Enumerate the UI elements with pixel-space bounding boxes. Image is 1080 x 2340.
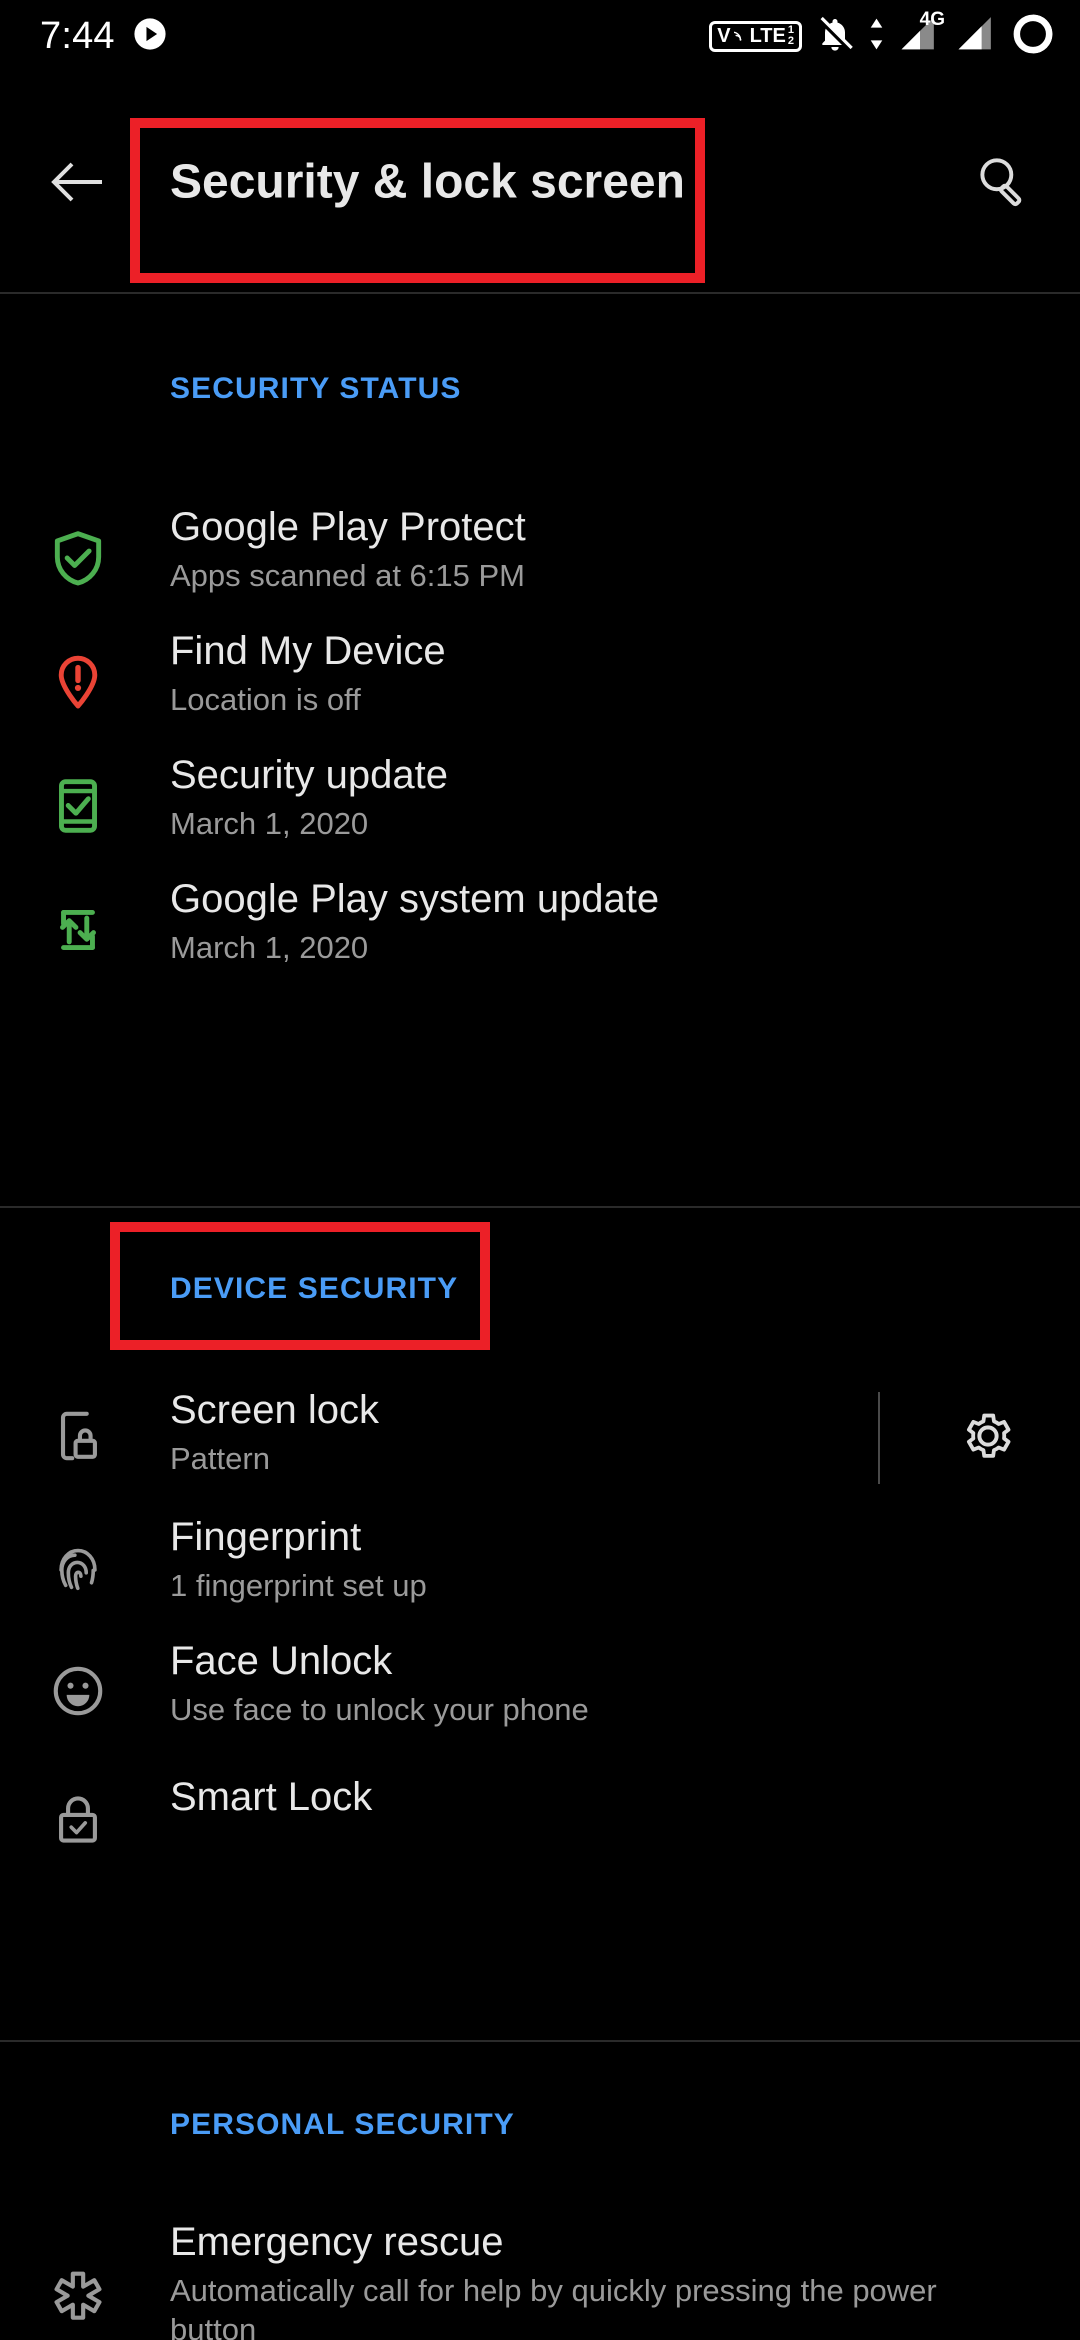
divider-appbar — [0, 292, 1080, 294]
notifications-off-icon — [815, 14, 855, 59]
arrow-back-icon — [51, 162, 102, 202]
list-item-title: Google Play system update — [170, 877, 660, 921]
list-item-subtitle: March 1, 2020 — [170, 929, 369, 965]
volte-sim-indicator: 1 2 — [787, 23, 794, 47]
list-item-text: Google Play system update March 1, 2020 — [170, 877, 990, 968]
list-item-text: Find My Device Location is off — [170, 629, 990, 720]
list-item-subtitle: Location is off — [170, 681, 361, 717]
list-item-title: Fingerprint — [170, 1515, 362, 1559]
list-item-text: Smart Lock — [170, 1775, 990, 1820]
shield-check-icon — [40, 520, 116, 596]
volte-v: V — [717, 24, 731, 47]
back-button[interactable] — [38, 142, 118, 222]
section-header-device-security: DEVICE SECURITY — [170, 1272, 459, 1305]
signal-bars-icon-2 — [955, 14, 999, 59]
volte-lte: LTE — [749, 24, 786, 47]
face-smile-icon — [40, 1653, 116, 1729]
status-bar-right: V LTE 1 2 4G — [709, 9, 1054, 60]
list-item-title: Google Play Protect — [170, 505, 526, 549]
divider-device-security — [0, 1206, 1080, 1208]
list-item-text: Screen lock Pattern — [170, 1388, 990, 1479]
list-item-subtitle: March 1, 2020 — [170, 805, 369, 841]
list-item-subtitle: 1 fingerprint set up — [170, 1567, 427, 1603]
list-item-text: Emergency rescue Automatically call for … — [170, 2220, 1020, 2340]
list-item-title: Emergency rescue — [170, 2220, 504, 2264]
phone-screen: 7:44 V LTE 1 2 4G Security & lock screen… — [0, 0, 1080, 2340]
action-divider — [878, 1392, 880, 1484]
list-item-title: Screen lock — [170, 1388, 379, 1432]
list-item-subtitle: Use face to unlock your phone — [170, 1691, 589, 1727]
gear-icon — [966, 1413, 1011, 1458]
battery-circle-icon — [1012, 13, 1054, 60]
page-title: Security & lock screen — [170, 155, 685, 209]
status-bar: 7:44 V LTE 1 2 4G — [0, 0, 1080, 72]
divider-personal-security — [0, 2040, 1080, 2042]
location-pin-alert-icon — [40, 644, 116, 720]
search-button[interactable] — [962, 142, 1042, 222]
list-item-text: Google Play Protect Apps scanned at 6:15… — [170, 505, 990, 596]
padlock-check-icon — [40, 1781, 116, 1857]
list-item-text: Security update March 1, 2020 — [170, 753, 990, 844]
volte-sim-2: 2 — [787, 34, 794, 47]
list-item-title: Find My Device — [170, 629, 446, 673]
volte-icon: V LTE 1 2 — [709, 20, 802, 52]
star-of-life-icon — [40, 2260, 116, 2336]
section-header-security-status: SECURITY STATUS — [170, 372, 462, 405]
list-item-title: Face Unlock — [170, 1639, 393, 1683]
data-transfer-icon — [868, 16, 885, 57]
fingerprint-icon — [40, 1529, 116, 1605]
phone-check-icon — [40, 768, 116, 844]
signal-bars-icon: 4G — [898, 9, 945, 59]
network-type-label: 4G — [919, 8, 945, 30]
list-item-text: Fingerprint 1 fingerprint set up — [170, 1515, 990, 1606]
play-circle-icon — [133, 17, 167, 56]
screen-lock-settings-button[interactable] — [948, 1396, 1028, 1476]
list-item-subtitle: Apps scanned at 6:15 PM — [170, 557, 526, 593]
list-item-text: Face Unlock Use face to unlock your phon… — [170, 1639, 990, 1730]
status-clock: 7:44 — [40, 14, 115, 57]
search-icon — [980, 158, 1022, 207]
list-item-subtitle: Automatically call for help by quickly p… — [170, 2272, 937, 2340]
volte-sim-1: 1 — [787, 23, 794, 36]
list-item-title: Smart Lock — [170, 1775, 373, 1819]
system-update-icon — [40, 892, 116, 968]
status-bar-left: 7:44 — [40, 15, 167, 58]
list-item-subtitle: Pattern — [170, 1440, 270, 1476]
phone-lock-icon — [40, 1398, 116, 1474]
app-bar: Security & lock screen — [0, 72, 1080, 292]
section-header-personal-security: PERSONAL SECURITY — [170, 2108, 515, 2141]
list-item-title: Security update — [170, 753, 448, 797]
